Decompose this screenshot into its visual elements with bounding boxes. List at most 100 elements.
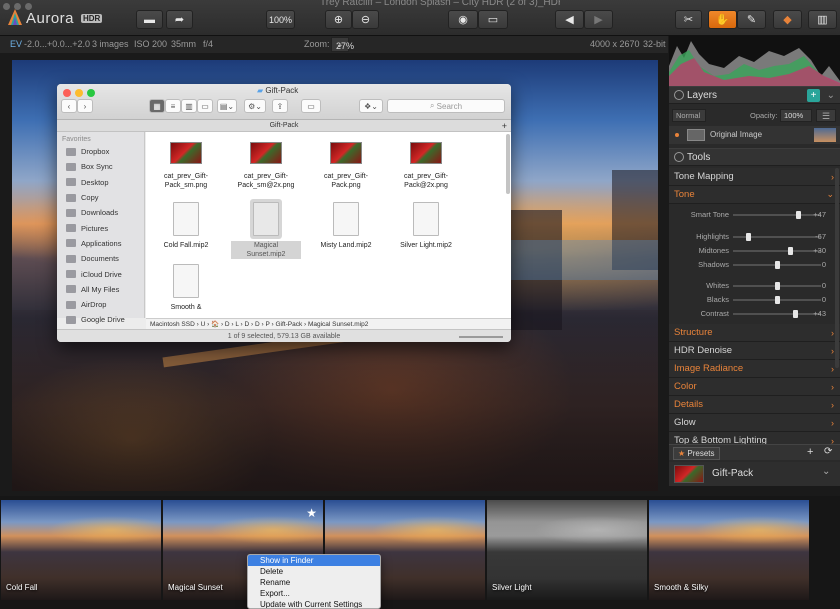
finder-zoom-button[interactable] [87, 89, 95, 97]
action-button[interactable]: ⚙⌄ [244, 99, 266, 113]
add-preset-button[interactable]: + [807, 446, 813, 458]
sidebar-item-icloud-drive[interactable]: iCloud Drive [57, 266, 144, 281]
section-glow[interactable]: Glow › [669, 414, 840, 432]
layer-row-original[interactable]: Original Image [669, 126, 840, 144]
sidebar-item-box-sync[interactable]: Box Sync [57, 159, 144, 174]
sidebar-item-copy[interactable]: Copy [57, 190, 144, 205]
file-item[interactable]: Cold Fall.mip2 [151, 202, 221, 250]
zoom-100-button[interactable]: 100% [266, 10, 295, 29]
back-button[interactable]: ‹ [61, 99, 77, 113]
sidebar-item-pictures[interactable]: Pictures [57, 220, 144, 235]
slider-value[interactable]: +43 [810, 309, 826, 318]
search-input[interactable]: ⌕ Search [387, 99, 505, 113]
slider-track[interactable] [733, 313, 821, 315]
blend-mode-select[interactable]: Normal ⌄ [672, 109, 706, 132]
slider-value[interactable]: 0 [810, 260, 826, 269]
slider-knob[interactable] [775, 261, 780, 269]
slider-value[interactable]: 0 [810, 281, 826, 290]
section-image-radiance[interactable]: Image Radiance › [669, 360, 840, 378]
menu-item-update-with-current-settings[interactable]: Update with Current Settings [248, 599, 380, 608]
section-structure[interactable]: Structure › [669, 324, 840, 342]
redo-button[interactable]: ▶ [584, 10, 613, 29]
add-tab-button[interactable]: + [502, 120, 507, 132]
slider-track[interactable] [733, 250, 821, 252]
tone-section[interactable]: Tone ⌄ [669, 186, 840, 204]
presets-tab[interactable]: ★ Presets [673, 447, 720, 460]
list-view-button[interactable]: ≡ [165, 99, 181, 113]
slider-knob[interactable] [745, 233, 751, 241]
slider-shadows[interactable]: Shadows 0 [669, 258, 840, 272]
file-item[interactable]: cat_prev_Gift- Pack@2x.png [391, 142, 461, 190]
file-item[interactable]: cat_prev_Gift- Pack_sm.png [151, 142, 221, 190]
file-item[interactable]: cat_prev_Gift- Pack_sm@2x.png [231, 142, 301, 190]
file-item[interactable]: Magical Sunset.mip2 [231, 202, 301, 259]
slider-midtones[interactable]: Midtones +30 [669, 244, 840, 258]
sidebar-item-desktop[interactable]: Desktop [57, 175, 144, 190]
preview-toggle-button[interactable]: ◉ [448, 10, 478, 29]
slider-track[interactable] [733, 214, 821, 216]
zoom-select[interactable]: 27% ⌄ [331, 37, 354, 52]
open-folder-button[interactable]: ▬ [136, 10, 163, 29]
menu-item-export[interactable]: Export... [248, 588, 380, 599]
undo-button[interactable]: ◀ [555, 10, 584, 29]
presets-toggle-button[interactable]: ▥ [808, 10, 837, 29]
sidebar-item-downloads[interactable]: Downloads [57, 205, 144, 220]
slider-knob[interactable] [775, 282, 780, 290]
column-view-button[interactable]: ▥ [181, 99, 197, 113]
slider-value[interactable]: 0 [810, 295, 826, 304]
add-layer-button[interactable]: + [807, 89, 820, 102]
hand-tool-button[interactable]: ✋ [708, 10, 737, 29]
slider-blacks[interactable]: Blacks 0 [669, 293, 840, 307]
slider-knob[interactable] [796, 211, 802, 219]
preset-thumbnail[interactable]: Cold Fall [1, 500, 161, 600]
finder-minimize-button[interactable] [75, 89, 83, 97]
layers-toggle-button[interactable]: ◆ [773, 10, 802, 29]
zoom-window-button[interactable] [25, 3, 32, 10]
tags-button[interactable]: ▭ [301, 99, 321, 113]
favorite-star-icon[interactable]: ★ [306, 506, 317, 520]
compare-button[interactable]: ▭ [478, 10, 508, 29]
brush-tool-button[interactable]: ✎ [737, 10, 766, 29]
preset-thumbnail[interactable]: Smooth & Silky [649, 500, 809, 600]
slider-smart-tone[interactable]: Smart Tone +47 [669, 208, 840, 222]
menu-item-show-in-finder[interactable]: Show in Finder [248, 555, 380, 566]
slider-value[interactable]: +47 [810, 210, 826, 219]
icon-view-button[interactable]: ▦ [149, 99, 165, 113]
file-item[interactable]: cat_prev_Gift- Pack.png [311, 142, 381, 190]
tools-scrollbar[interactable] [835, 168, 839, 368]
share-button-finder[interactable]: ⇪ [272, 99, 288, 113]
section-color[interactable]: Color › [669, 378, 840, 396]
zoom-out-button[interactable]: ⊖ [352, 10, 379, 29]
slider-whites[interactable]: Whites 0 [669, 279, 840, 293]
sidebar-item-documents[interactable]: Documents [57, 251, 144, 266]
finder-close-button[interactable] [63, 89, 71, 97]
sidebar-item-airdrop[interactable]: AirDrop [57, 297, 144, 312]
finder-file-area[interactable]: cat_prev_Gift- Pack_sm.png cat_prev_Gift- P… [146, 132, 511, 318]
layer-visibility-icon[interactable] [675, 133, 679, 137]
opacity-select[interactable]: 100% ⌄ [780, 109, 812, 132]
tone-mapping-section[interactable]: Tone Mapping › [669, 168, 840, 186]
layers-menu-icon[interactable]: ⌄ [827, 90, 835, 101]
icon-size-slider[interactable] [459, 336, 503, 338]
finder-window[interactable]: ▰ Gift-Pack ‹ › ▦ ≡ ▥ ▭ ▤⌄ ⚙⌄ ⇪ ▭ ❖⌄ ⌕ S… [57, 84, 511, 342]
menu-item-delete[interactable]: Delete [248, 566, 380, 577]
slider-highlights[interactable]: Highlights -67 [669, 230, 840, 244]
sidebar-item-google-drive[interactable]: Google Drive [57, 312, 144, 327]
cover-flow-button[interactable]: ▭ [197, 99, 213, 113]
layer-options-button[interactable]: ☰ [816, 109, 836, 122]
sidebar-item-applications[interactable]: Applications [57, 236, 144, 251]
refresh-presets-button[interactable]: ⟳ [824, 446, 832, 457]
crop-tools-button[interactable]: ✂ [675, 10, 702, 29]
zoom-in-button[interactable]: ⊕ [325, 10, 352, 29]
file-item[interactable]: Silver Light.mip2 [391, 202, 461, 250]
slider-value[interactable]: +30 [810, 246, 826, 255]
section-details[interactable]: Details › [669, 396, 840, 414]
dropbox-button[interactable]: ❖⌄ [359, 99, 383, 113]
slider-contrast[interactable]: Contrast +43 [669, 307, 840, 321]
path-bar[interactable]: Macintosh SSD › U › 🏠 › D › L › D › D › … [146, 318, 511, 329]
section-hdr-denoise[interactable]: HDR Denoise › [669, 342, 840, 360]
arrange-button[interactable]: ▤⌄ [217, 99, 237, 113]
file-item[interactable]: Misty Land.mip2 [311, 202, 381, 250]
forward-button[interactable]: › [77, 99, 93, 113]
slider-knob[interactable] [775, 296, 780, 304]
